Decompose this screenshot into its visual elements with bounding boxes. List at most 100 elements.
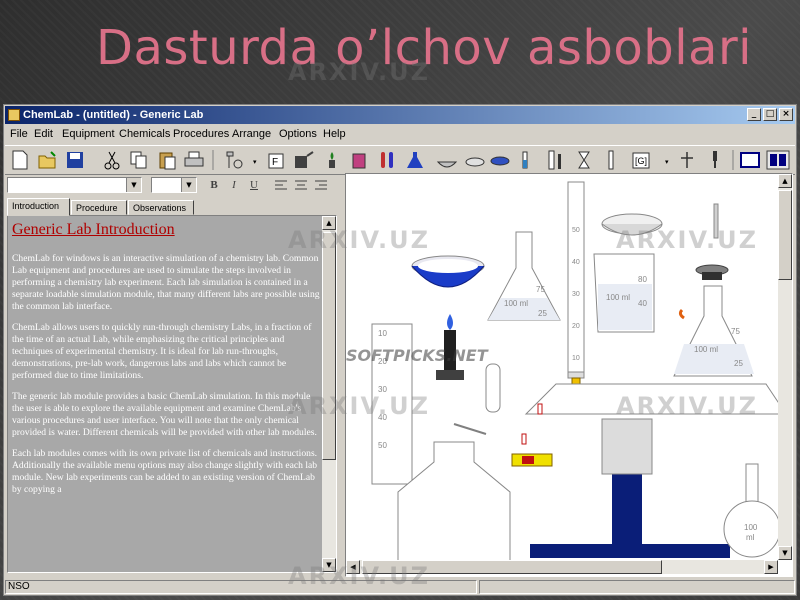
document-content: Generic Lab Introduction ChemLab for win…	[12, 218, 322, 505]
watermark: ARXIV.UZ	[288, 562, 430, 590]
scroll-thumb[interactable]	[322, 232, 336, 460]
underline-button[interactable]: U	[245, 177, 263, 193]
svg-text:[G]: [G]	[635, 156, 647, 166]
beaker[interactable]: 80 100 ml 40	[593, 253, 655, 333]
align-center-icon[interactable]	[295, 180, 307, 190]
erlenmeyer-flask[interactable]: 75 100 ml 25	[487, 231, 561, 321]
status-panel	[479, 580, 795, 594]
tab-observations[interactable]: Observations	[128, 200, 194, 215]
flask-mark: 25	[734, 359, 743, 368]
save-icon[interactable]	[67, 152, 83, 168]
svg-text:F: F	[272, 157, 278, 168]
maximize-button[interactable]: □	[763, 108, 777, 121]
menu-arrange[interactable]: Arrange	[232, 128, 271, 140]
title-bar[interactable]: ChemLab - (untitled) - Generic Lab _ □ ×	[5, 106, 795, 124]
cylinder-mark: 30	[572, 291, 580, 298]
paste-icon[interactable]	[159, 152, 176, 170]
close-button[interactable]: ×	[779, 108, 793, 121]
svg-text:▾: ▾	[253, 159, 257, 166]
toolbar-icons: ▾ F [G] ▾	[12, 150, 790, 170]
menu-options[interactable]: Options	[279, 128, 317, 140]
round-bottom-flask[interactable]: 100 ml	[723, 463, 781, 558]
scroll-up-icon[interactable]: ▲	[778, 174, 792, 188]
dropper-icon[interactable]	[713, 151, 717, 168]
calculator-icon[interactable]: [G]	[632, 152, 650, 169]
evaporating-dish-icon[interactable]	[436, 161, 458, 168]
beaker-icon[interactable]	[352, 153, 366, 169]
lab-vertical-scrollbar[interactable]: ▲ ▼	[778, 174, 792, 560]
softpicks-watermark: SOFTPICKS.NET	[346, 346, 488, 365]
menu-help[interactable]: Help	[323, 128, 346, 140]
watermark: ARXIV.UZ	[616, 392, 758, 420]
watermark: ARXIV.UZ	[616, 226, 758, 254]
watch-glass-icon[interactable]	[490, 156, 510, 166]
ring-stand-icon[interactable]: F	[268, 153, 284, 169]
open-icon[interactable]	[38, 151, 56, 169]
burette-icon[interactable]	[578, 151, 590, 169]
burner-icon[interactable]	[329, 152, 335, 168]
document-paragraph: ChemLab allows users to quickly run-thro…	[12, 322, 312, 381]
window-icon[interactable]	[740, 152, 760, 168]
test-tube[interactable]	[485, 363, 501, 413]
main-toolbar: ▾ F [G] ▾	[5, 145, 795, 175]
tab-procedure[interactable]: Procedure	[71, 200, 127, 215]
new-icon[interactable]	[12, 150, 28, 170]
document-tabs: Introduction Procedure Observations	[5, 198, 343, 216]
document-paragraph: ChemLab for windows is an interactive si…	[12, 253, 320, 312]
funnel[interactable]	[695, 264, 729, 280]
cut-icon[interactable]	[104, 151, 120, 170]
copy-icon[interactable]	[130, 151, 147, 169]
test-tube-icon[interactable]	[381, 152, 393, 168]
print-icon[interactable]	[184, 151, 204, 167]
reagent-bottle[interactable]	[397, 423, 511, 573]
size-combo[interactable]: ▼	[151, 177, 197, 193]
flask-icon[interactable]	[407, 152, 423, 168]
scroll-down-icon[interactable]: ▼	[778, 546, 792, 560]
cylinder-mark: 10	[572, 355, 580, 362]
menu-equipment[interactable]: Equipment	[62, 128, 115, 140]
menu-edit[interactable]: Edit	[34, 128, 53, 140]
thermometer-icon[interactable]	[522, 151, 528, 169]
align-right-icon[interactable]	[315, 180, 327, 190]
pointer-icon[interactable]	[226, 151, 243, 169]
scroll-thumb[interactable]	[778, 190, 792, 280]
italic-button[interactable]: I	[225, 177, 243, 193]
chevron-down-icon[interactable]: ▼	[181, 178, 196, 192]
menu-chemicals[interactable]: Chemicals	[119, 128, 170, 140]
bold-button[interactable]: B	[205, 177, 223, 193]
menu-procedures[interactable]: Procedures	[173, 128, 229, 140]
tab-introduction[interactable]: Introduction	[7, 198, 70, 216]
tile-icon[interactable]	[766, 150, 790, 170]
cylinder-mark: 20	[572, 323, 580, 330]
align-left-icon[interactable]	[275, 180, 287, 190]
beaker-mark: 100 ml	[606, 293, 630, 302]
flask-mark: 100 ml	[694, 345, 718, 354]
document-heading: Generic Lab Introduction	[12, 221, 175, 238]
document-paragraph: The generic lab module provides a basic …	[12, 391, 317, 438]
crucible[interactable]	[411, 255, 485, 288]
app-icon	[8, 109, 20, 121]
menu-file[interactable]: File	[10, 128, 28, 140]
minimize-button[interactable]: _	[747, 108, 761, 121]
petri-dish-icon[interactable]	[465, 157, 485, 167]
beaker-mark: 40	[638, 299, 647, 308]
font-combo[interactable]: ▼	[7, 177, 142, 193]
cylinder-mark: 40	[572, 259, 580, 266]
cylinder-mark: 50	[572, 227, 580, 234]
watermark: ARXIV.UZ	[288, 226, 430, 254]
funnel-icon[interactable]	[681, 152, 693, 168]
flask-mark: 25	[538, 309, 547, 318]
balance-icon[interactable]	[608, 150, 614, 170]
scroll-right-icon[interactable]: ▶	[764, 560, 778, 574]
format-toolbar: ▼ ▼ B I U	[5, 175, 343, 197]
beaker-mark: 80	[638, 275, 647, 284]
window-title: ChemLab - (untitled) - Generic Lab	[23, 109, 204, 121]
chevron-down-icon[interactable]: ▼	[126, 178, 141, 192]
document-paragraph: Each lab modules comes with its own priv…	[12, 448, 318, 495]
erlenmeyer-flask-right[interactable]: 75 100 ml 25	[673, 285, 754, 377]
menu-bar: File Edit Equipment Chemicals Procedures…	[5, 125, 795, 143]
burette-mark: 10	[378, 329, 387, 338]
burette-mark: 50	[378, 441, 387, 450]
graduated-cylinder-icon[interactable]	[548, 150, 561, 170]
clamp-icon[interactable]	[295, 151, 314, 168]
